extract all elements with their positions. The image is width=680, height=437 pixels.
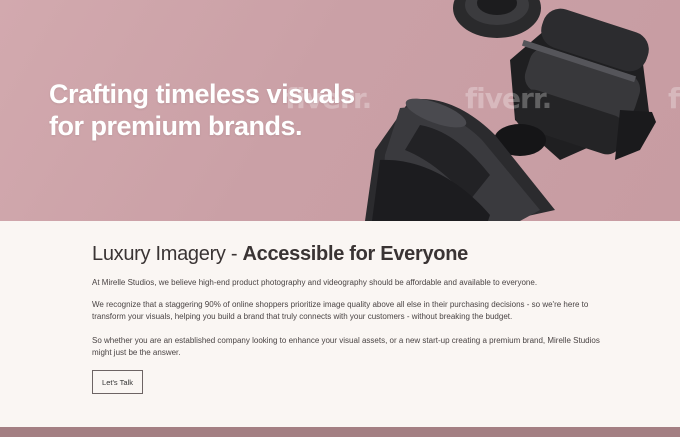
- closing-paragraph: So whether you are an established compan…: [92, 336, 600, 357]
- hero-title: Crafting timeless visuals for premium br…: [49, 78, 355, 142]
- watermark-text: fiverr.: [465, 82, 552, 115]
- intro-paragraph: At Mirelle Studios, we believe high-end …: [92, 278, 538, 287]
- lets-talk-button[interactable]: Let's Talk: [92, 370, 143, 394]
- section-heading: Luxury Imagery - Accessible for Everyone: [92, 243, 468, 266]
- hero-title-line2: for premium brands.: [49, 111, 303, 141]
- footer-strip: [0, 427, 680, 437]
- stats-paragraph: We recognize that a staggering 90% of on…: [92, 300, 589, 321]
- hero-title-line1: Crafting timeless visuals: [49, 79, 355, 109]
- heading-light: Luxury Imagery -: [92, 243, 243, 265]
- lens-cap-icon: [453, 0, 541, 38]
- hero-banner: fiverr. fiverr. fiverr. Crafting timeles…: [0, 0, 680, 221]
- heading-bold: Accessible for Everyone: [242, 243, 469, 265]
- about-section: Luxury Imagery - Accessible for Everyone…: [0, 221, 680, 427]
- watermark-text: fiverr.: [668, 82, 680, 115]
